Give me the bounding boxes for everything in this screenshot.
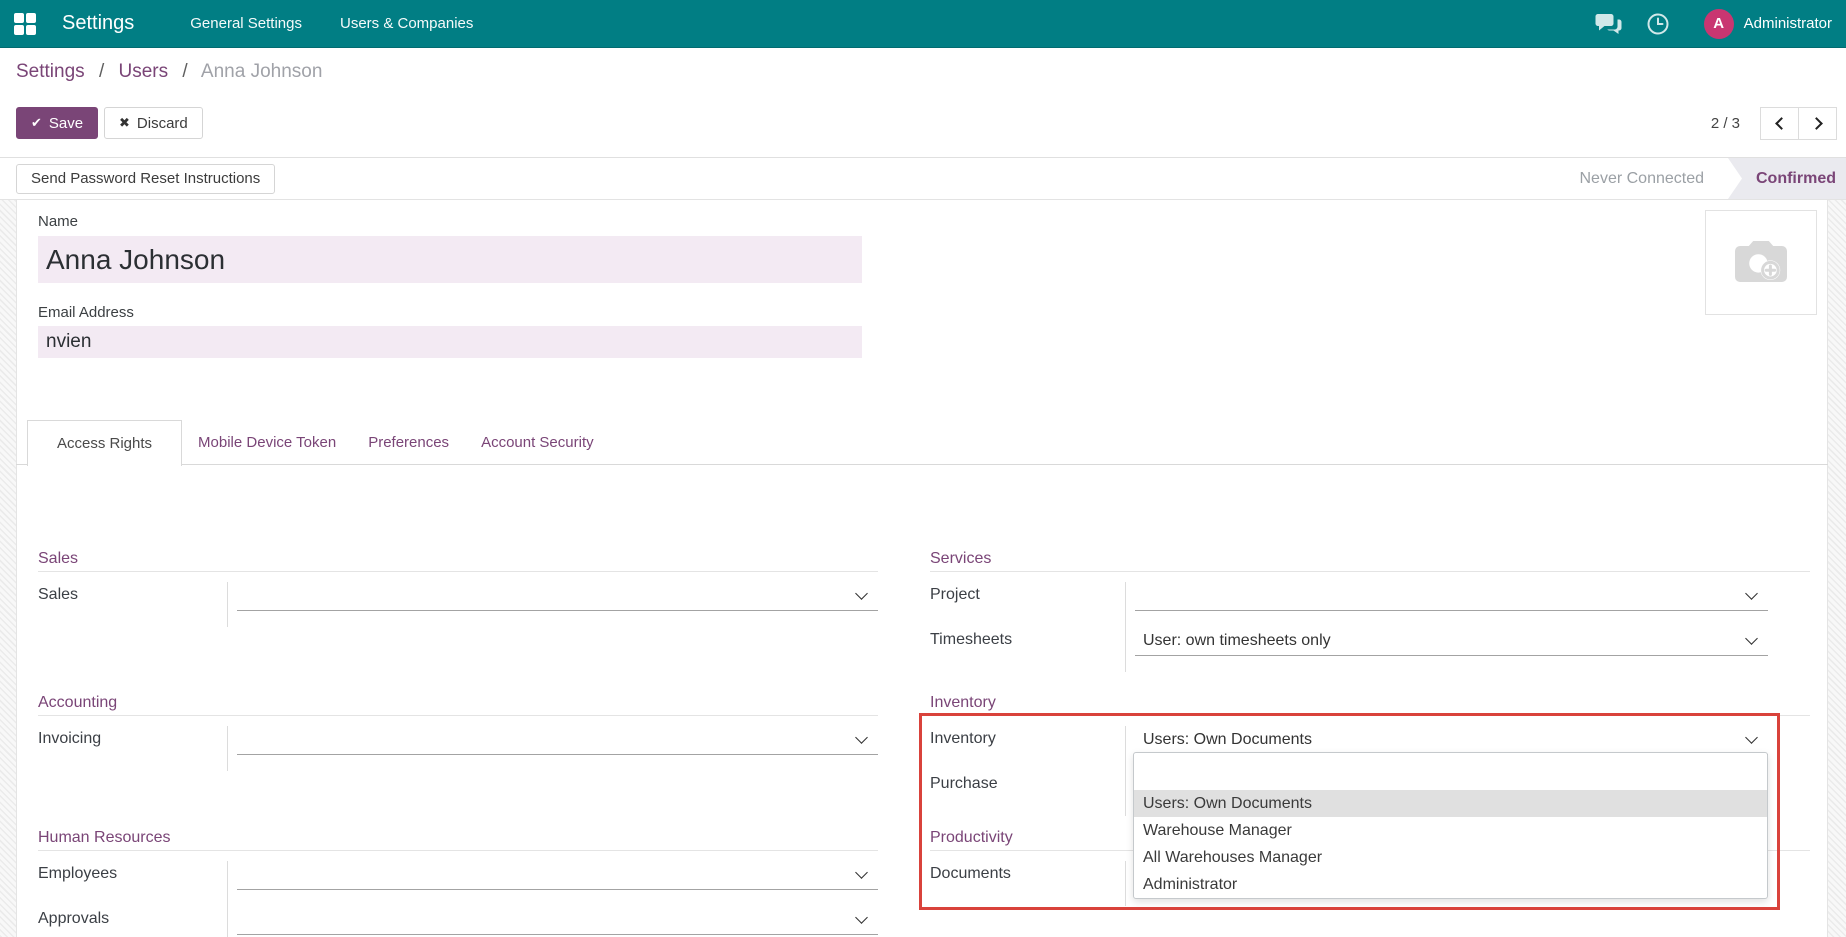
menu-users-companies[interactable]: Users & Companies <box>340 15 473 32</box>
odoo-settings-window: Settings General Settings Users & Compan… <box>0 0 1846 937</box>
navbar-right: A Administrator <box>1571 9 1832 39</box>
dropdown-option-users-own-documents[interactable]: Users: Own Documents <box>1134 790 1767 817</box>
menu-general-settings[interactable]: General Settings <box>190 15 302 32</box>
field-row-approvals: Approvals <box>38 906 878 937</box>
navbar-left: Settings General Settings Users & Compan… <box>14 12 511 35</box>
tab-access-rights[interactable]: Access Rights <box>27 420 182 466</box>
email-label: Email Address <box>38 304 134 321</box>
statusbar-states: Never Connected Confirmed <box>1567 158 1846 199</box>
tab-preferences[interactable]: Preferences <box>352 420 465 466</box>
discard-button[interactable]: ✖ Discard <box>104 107 203 139</box>
app-menus: General Settings Users & Companies <box>190 15 511 32</box>
field-label: Purchase <box>930 771 1126 816</box>
dropdown-option-warehouse-manager[interactable]: Warehouse Manager <box>1134 817 1767 844</box>
field-label: Inventory <box>930 726 1126 771</box>
status-bar: Send Password Reset Instructions Never C… <box>0 158 1846 200</box>
chevron-down-icon <box>855 587 868 600</box>
group-title-accounting: Accounting <box>38 694 878 716</box>
chevron-down-icon <box>855 866 868 879</box>
control-panel: ✔ Save ✖ Discard 2 / 3 <box>0 96 1846 158</box>
chevron-down-icon <box>855 911 868 924</box>
timesheets-select[interactable]: User: own timesheets only <box>1135 627 1768 656</box>
record-pager: 2 / 3 <box>1711 107 1837 140</box>
photo-upload-box[interactable] <box>1705 210 1817 315</box>
chevron-down-icon <box>855 731 868 744</box>
field-row-sales: Sales <box>38 582 878 627</box>
discard-button-label: Discard <box>137 115 188 132</box>
field-label: Sales <box>38 582 228 627</box>
field-row-employees: Employees <box>38 861 878 906</box>
save-button-label: Save <box>49 115 83 132</box>
group-title-sales: Sales <box>38 550 878 572</box>
user-menu[interactable]: Administrator <box>1744 15 1832 32</box>
chevron-left-icon <box>1775 117 1788 130</box>
breadcrumb-separator: / <box>99 61 104 82</box>
apps-menu-button[interactable] <box>14 13 36 35</box>
name-input[interactable]: Anna Johnson <box>38 236 862 283</box>
pager-previous-button[interactable] <box>1760 107 1799 140</box>
sales-select[interactable] <box>237 582 878 611</box>
group-title-inventory: Inventory <box>930 694 1810 716</box>
approvals-select[interactable] <box>237 906 878 935</box>
breadcrumb-current: Anna Johnson <box>201 61 323 82</box>
group-services: Services Project Timesheets User: own ti… <box>930 550 1810 672</box>
group-accounting: Accounting Invoicing <box>38 694 878 771</box>
dropdown-option-all-warehouses-manager[interactable]: All Warehouses Manager <box>1134 844 1767 871</box>
x-icon: ✖ <box>119 115 130 131</box>
chevron-down-icon <box>1745 587 1758 600</box>
pager-count: 2 / 3 <box>1711 115 1740 132</box>
name-label: Name <box>38 213 78 230</box>
inventory-dropdown: Users: Own Documents Warehouse Manager A… <box>1133 752 1768 899</box>
field-row-project: Project <box>930 582 1810 627</box>
breadcrumb-bar: Settings / Users / Anna Johnson <box>0 48 1846 96</box>
dropdown-option-blank[interactable] <box>1134 753 1767 790</box>
field-row-timesheets: Timesheets User: own timesheets only <box>930 627 1810 672</box>
employees-select[interactable] <box>237 861 878 890</box>
camera-add-icon <box>1728 235 1794 291</box>
chevron-right-icon <box>1810 117 1823 130</box>
tab-mobile-device-token[interactable]: Mobile Device Token <box>182 420 352 466</box>
app-title[interactable]: Settings <box>62 12 134 35</box>
chevron-down-icon <box>1745 731 1758 744</box>
apps-grid-icon <box>14 13 36 35</box>
save-button[interactable]: ✔ Save <box>16 107 98 139</box>
inventory-select[interactable]: Users: Own Documents <box>1135 726 1768 755</box>
breadcrumb-separator: / <box>182 61 187 82</box>
state-confirmed[interactable]: Confirmed <box>1728 158 1846 199</box>
pager-next-button[interactable] <box>1798 107 1837 140</box>
top-navbar: Settings General Settings Users & Compan… <box>0 0 1846 48</box>
group-title-human-resources: Human Resources <box>38 829 878 851</box>
field-row-invoicing: Invoicing <box>38 726 878 771</box>
notebook-tabs: Access Rights Mobile Device Token Prefer… <box>27 420 610 466</box>
field-label: Documents <box>930 861 1126 906</box>
dropdown-option-administrator[interactable]: Administrator <box>1134 871 1767 898</box>
field-label: Timesheets <box>930 627 1126 672</box>
user-avatar[interactable]: A <box>1704 9 1734 39</box>
check-icon: ✔ <box>31 115 42 131</box>
group-human-resources: Human Resources Employees Approvals <box>38 829 878 937</box>
tab-account-security[interactable]: Account Security <box>465 420 610 466</box>
messages-button[interactable] <box>1595 13 1622 35</box>
chevron-down-icon <box>1745 632 1758 645</box>
clock-icon <box>1646 12 1670 36</box>
field-label: Invoicing <box>38 726 228 771</box>
email-input[interactable]: nvien <box>38 326 862 358</box>
field-label: Project <box>930 582 1126 627</box>
activities-button[interactable] <box>1646 12 1670 36</box>
state-never-connected[interactable]: Never Connected <box>1567 158 1728 199</box>
project-select[interactable] <box>1135 582 1768 611</box>
group-title-services: Services <box>930 550 1810 572</box>
send-password-reset-button[interactable]: Send Password Reset Instructions <box>16 164 275 194</box>
group-sales: Sales Sales <box>38 550 878 627</box>
field-label: Employees <box>38 861 228 906</box>
pager-buttons <box>1760 107 1837 140</box>
field-label: Approvals <box>38 906 228 937</box>
invoicing-select[interactable] <box>237 726 878 755</box>
breadcrumb-users[interactable]: Users <box>119 61 169 82</box>
chat-icon <box>1595 13 1622 35</box>
breadcrumb-settings[interactable]: Settings <box>16 61 85 82</box>
breadcrumb: Settings / Users / Anna Johnson <box>16 61 322 83</box>
